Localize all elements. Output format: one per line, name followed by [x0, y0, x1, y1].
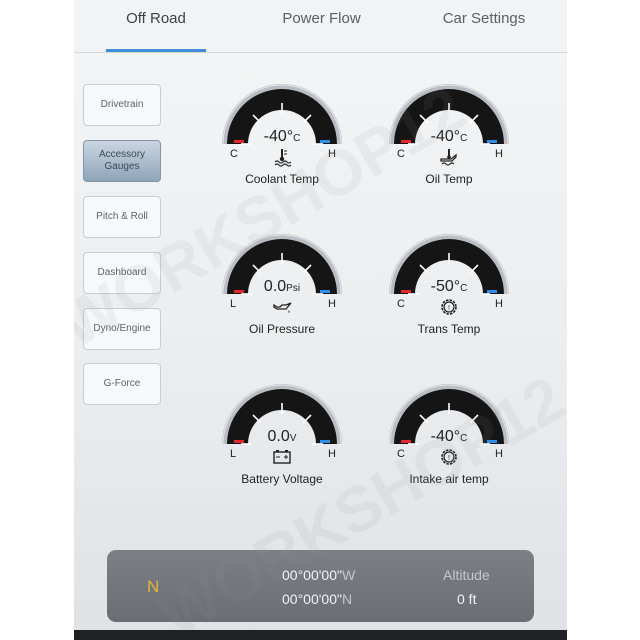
- sidebar-item-g-force[interactable]: G-Force: [83, 363, 161, 405]
- sidebar-item-label: G-Force: [103, 378, 141, 389]
- oil-can-icon: [272, 297, 292, 317]
- gauge-label: Trans Temp: [417, 322, 481, 336]
- top-tab-bar: Off Road Power Flow Car Settings: [74, 0, 567, 53]
- gauge-value-number: -40°: [263, 128, 294, 145]
- sidebar-item-accessory-gauges[interactable]: Accessory Gauges: [83, 140, 161, 182]
- trans-temp-gauge[interactable]: -50°C C H ! Trans Temp: [384, 232, 514, 342]
- gauge-label: Oil Pressure: [248, 322, 316, 336]
- tab-off-road[interactable]: Off Road: [106, 0, 206, 50]
- gauge-max-label: H: [495, 298, 503, 310]
- altitude-value: 0 ft: [457, 591, 477, 607]
- gauge-min-label: L: [230, 448, 237, 460]
- sidebar-item-label: Pitch & Roll: [96, 211, 148, 222]
- transmission-icon: !: [439, 297, 459, 317]
- gauge-unit: C: [460, 283, 468, 294]
- gauge-value: 0.0V: [217, 428, 347, 446]
- sidebar-item-pitch-roll[interactable]: Pitch & Roll: [83, 196, 161, 238]
- gauge-max-label: H: [328, 448, 336, 460]
- latitude-readout: 00°00'00"N: [282, 591, 352, 607]
- system-bottom-bar: [74, 630, 567, 640]
- gauge-unit: C: [293, 133, 301, 144]
- sidebar-item-drivetrain[interactable]: Drivetrain: [83, 84, 161, 126]
- gauge-value-number: 0.0: [267, 428, 290, 445]
- gauge-value: 0.0Psi: [217, 278, 347, 296]
- sidebar-item-label: Drivetrain: [100, 99, 144, 110]
- svg-text:!: !: [448, 305, 450, 312]
- gauge-unit: Psi: [286, 283, 301, 294]
- app-screen: Off Road Power Flow Car Settings Drivetr…: [74, 0, 567, 640]
- gauge-min-label: C: [397, 298, 405, 310]
- battery-icon: [272, 447, 292, 467]
- latitude-value: 00°00'00": [282, 591, 342, 607]
- sidebar-item-label: Accessory Gauges: [98, 149, 146, 172]
- gauge-value: -50°C: [384, 278, 514, 296]
- gauge-max-label: H: [328, 298, 336, 310]
- tab-car-settings[interactable]: Car Settings: [429, 0, 539, 50]
- active-tab-indicator: [106, 49, 206, 52]
- latitude-direction: N: [341, 591, 353, 607]
- gauge-min-label: C: [230, 148, 238, 160]
- gauge-value-number: 0.0: [263, 278, 287, 295]
- gauge-min-label: L: [230, 298, 237, 310]
- tab-power-flow[interactable]: Power Flow: [264, 0, 379, 50]
- gauge-max-label: H: [495, 148, 503, 160]
- altitude-label: Altitude: [443, 567, 490, 583]
- gauge-unit: V: [289, 433, 297, 444]
- battery-voltage-gauge[interactable]: 0.0V L H Battery Voltage: [217, 382, 347, 492]
- gauge-value-number: -50°: [430, 278, 461, 295]
- longitude-direction: W: [341, 567, 356, 583]
